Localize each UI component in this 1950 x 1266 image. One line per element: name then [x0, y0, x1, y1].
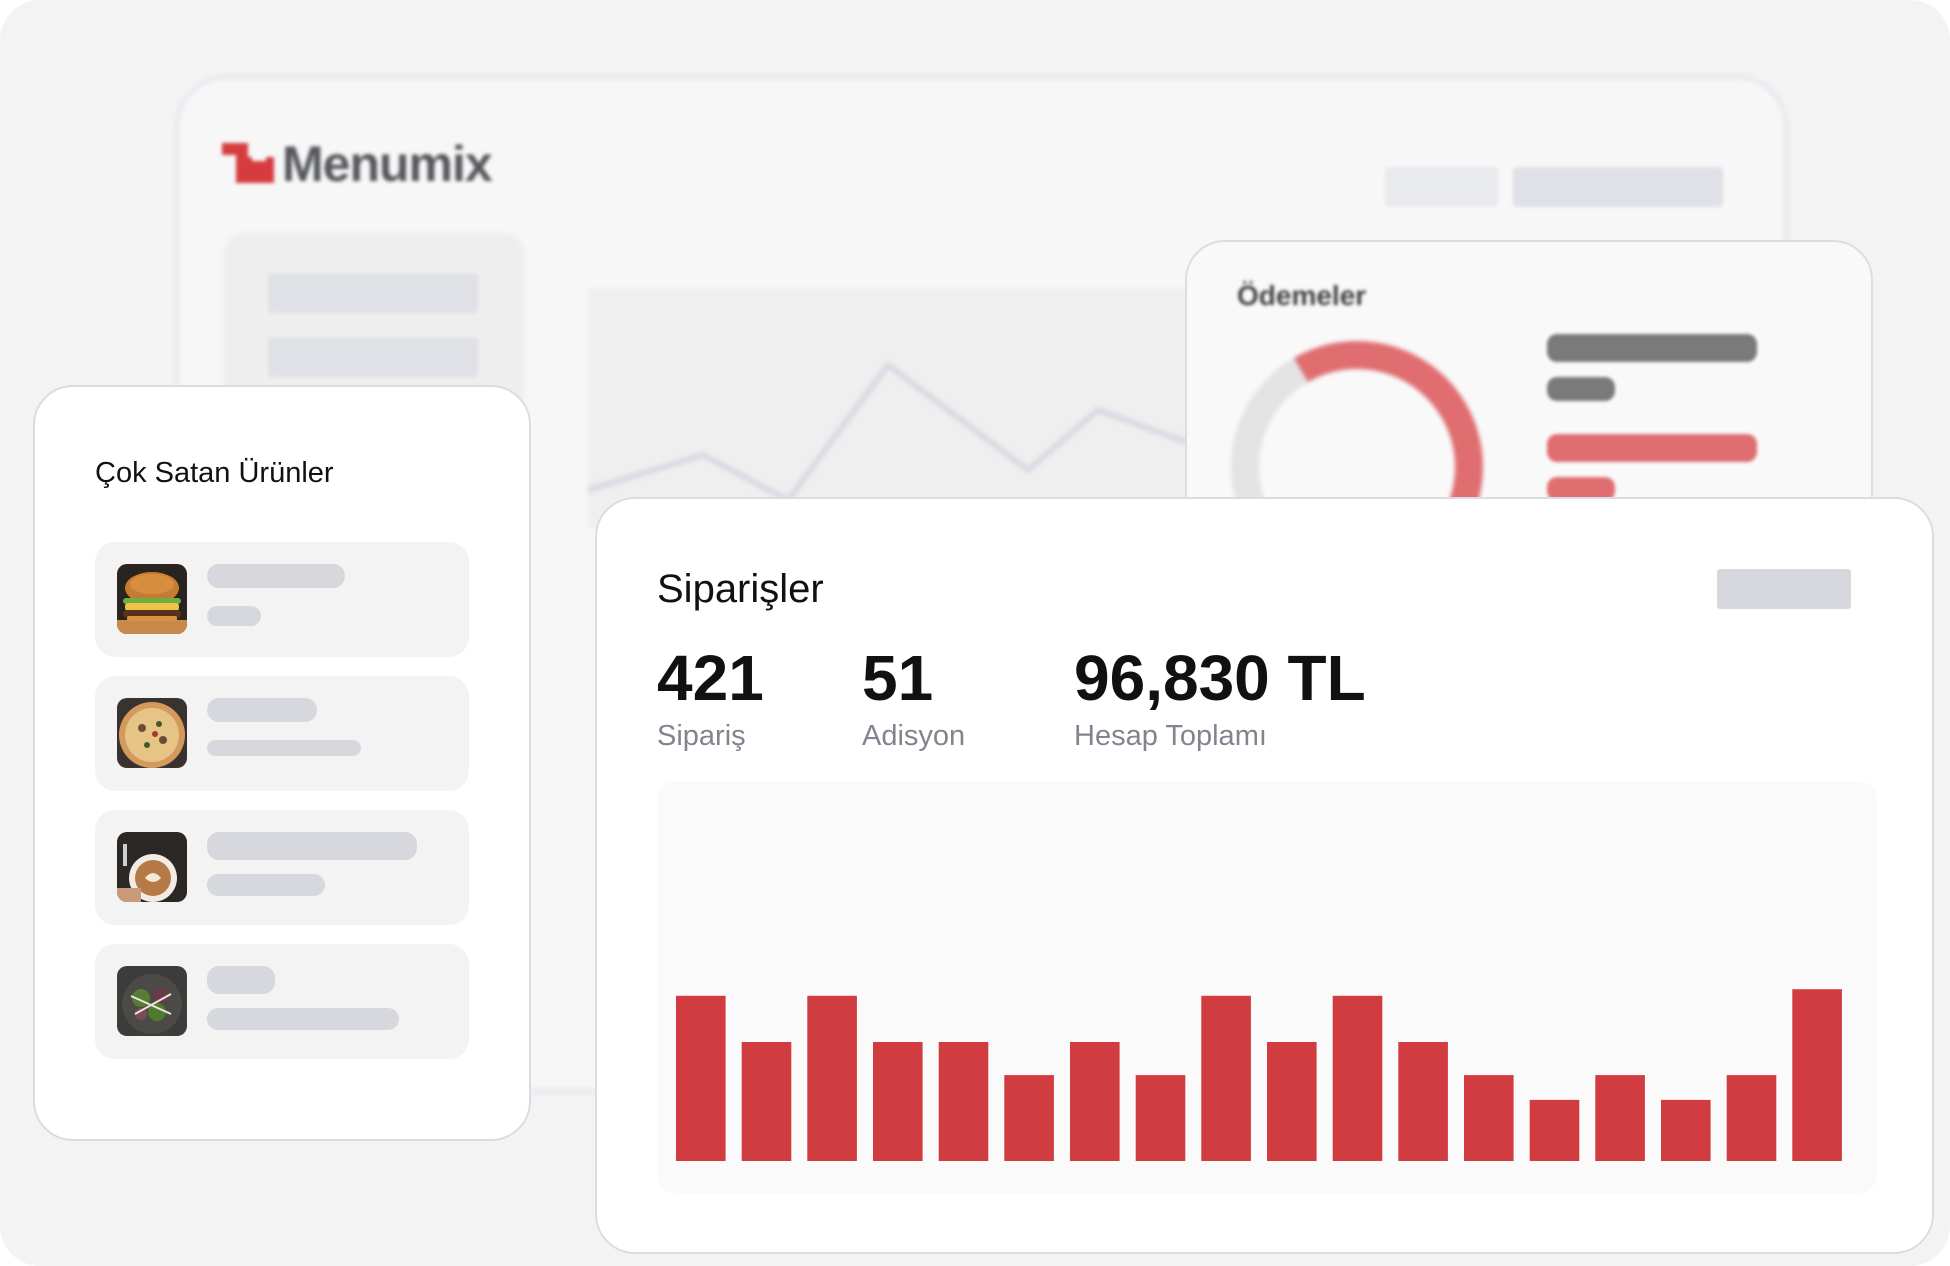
orders-card: Siparişler 421 Sipariş 51 Adisyon 96,830…	[595, 497, 1934, 1254]
stat-value: 51	[862, 642, 934, 714]
stat-value: 421	[657, 642, 764, 714]
product-list-item[interactable]	[95, 676, 469, 791]
chart-bar	[1201, 995, 1251, 1161]
chart-bar	[1661, 1099, 1711, 1161]
payment-legend-bar	[1547, 434, 1757, 462]
product-name-placeholder	[207, 698, 317, 722]
orders-action-placeholder[interactable]	[1717, 569, 1851, 609]
sidebar-placeholder	[268, 337, 478, 377]
header-placeholder-button	[1513, 167, 1723, 207]
orders-title: Siparişler	[657, 567, 824, 611]
header-placeholder-button	[1385, 167, 1498, 207]
product-detail-placeholder	[207, 740, 361, 756]
chart-bar	[873, 1042, 923, 1161]
stat-tabs: 51 Adisyon	[862, 646, 965, 753]
payments-title: Ödemeler	[1237, 280, 1367, 311]
stat-label: Sipariş	[657, 720, 746, 752]
chart-bar	[741, 1042, 792, 1161]
product-detail-placeholder	[207, 606, 261, 626]
brand-logo: Menumix	[222, 135, 493, 193]
product-list-item[interactable]	[95, 810, 469, 925]
chart-bar	[1398, 1042, 1448, 1161]
coffee-image	[117, 832, 187, 902]
product-list-item[interactable]	[95, 542, 469, 657]
chart-bar	[1464, 1075, 1514, 1161]
sidebar-placeholder	[268, 273, 478, 313]
chart-bar	[1135, 1075, 1186, 1161]
chart-bar	[1332, 995, 1383, 1161]
chart-bar	[938, 1042, 989, 1161]
pizza-image	[117, 698, 187, 768]
chart-bar	[1070, 1042, 1120, 1161]
product-name-placeholder	[207, 564, 345, 588]
product-detail-placeholder	[207, 1008, 399, 1030]
product-name-placeholder	[207, 832, 417, 860]
chart-bar	[1595, 1075, 1645, 1161]
stat-value: 96,830 TL	[1074, 642, 1366, 714]
bestsellers-title: Çok Satan Ürünler	[95, 457, 334, 489]
stat-label: Hesap Toplamı	[1074, 720, 1267, 752]
burger-image	[117, 564, 187, 634]
payment-legend-bar	[1547, 377, 1615, 401]
chart-bar	[1267, 1042, 1317, 1161]
product-detail-placeholder	[207, 874, 325, 896]
product-list-item[interactable]	[95, 944, 469, 1059]
canvas: Menumix Ödemeler Çok Satan Ürünler Sipar…	[0, 0, 1950, 1266]
orders-bar-chart-panel	[657, 781, 1877, 1193]
chart-bar	[1792, 989, 1842, 1161]
salad-image	[117, 966, 187, 1036]
brand-name: Menumix	[282, 136, 493, 192]
stat-orders: 421 Sipariş	[657, 646, 764, 753]
chart-bar	[1726, 1075, 1777, 1161]
product-name-placeholder	[207, 966, 275, 994]
payment-legend-bar	[1547, 334, 1757, 362]
chart-bar	[807, 995, 857, 1161]
orders-bar-chart	[676, 989, 1842, 1161]
stat-label: Adisyon	[862, 720, 966, 752]
menumix-logo-icon	[222, 143, 274, 185]
bestsellers-card: Çok Satan Ürünler	[33, 385, 531, 1141]
chart-bar	[1004, 1075, 1054, 1161]
chart-bar	[676, 995, 726, 1161]
chart-bar	[1529, 1099, 1580, 1161]
stat-bill-total: 96,830 TL Hesap Toplamı	[1074, 646, 1366, 753]
